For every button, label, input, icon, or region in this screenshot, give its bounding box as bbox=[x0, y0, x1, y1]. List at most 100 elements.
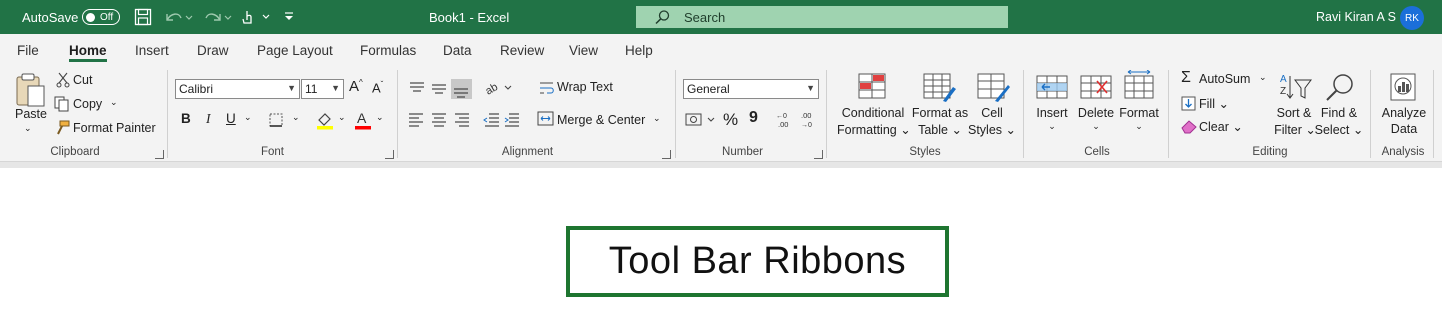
tab-help[interactable]: Help bbox=[625, 34, 653, 66]
font-size-select[interactable]: 11 ▼ bbox=[301, 79, 344, 99]
sort-filter-label-1[interactable]: Sort & bbox=[1271, 106, 1317, 120]
decrease-font-size-icon[interactable]: Aˇ bbox=[372, 80, 383, 95]
merge-center-label[interactable]: Merge & Center bbox=[557, 113, 645, 127]
search-box[interactable]: Search bbox=[636, 6, 1008, 28]
alignment-launcher-icon[interactable] bbox=[662, 150, 671, 159]
redo-icon[interactable] bbox=[202, 9, 232, 25]
delete-dropdown-icon[interactable]: ⌄ bbox=[1073, 121, 1119, 132]
editing-group-label: Editing bbox=[1252, 146, 1288, 158]
font-launcher-icon[interactable] bbox=[385, 150, 394, 159]
clipboard-launcher-icon[interactable] bbox=[155, 150, 164, 159]
italic-button[interactable]: I bbox=[206, 111, 211, 127]
cell-styles-label-1[interactable]: Cell bbox=[970, 106, 1014, 120]
analyze-data-icon[interactable] bbox=[1389, 72, 1419, 102]
format-painter-icon[interactable] bbox=[54, 120, 70, 136]
customize-qat-icon[interactable] bbox=[282, 10, 296, 24]
font-color-dropdown-icon[interactable]: ⌄ bbox=[376, 112, 384, 123]
tab-review[interactable]: Review bbox=[500, 34, 544, 66]
insert-cells-icon[interactable] bbox=[1036, 73, 1070, 101]
tab-page-layout[interactable]: Page Layout bbox=[257, 34, 333, 66]
merge-dropdown-icon[interactable]: ⌄ bbox=[653, 113, 661, 124]
conditional-formatting-label-1[interactable]: Conditional bbox=[837, 106, 909, 120]
format-dropdown-icon[interactable]: ⌄ bbox=[1116, 121, 1162, 132]
avatar[interactable]: RK bbox=[1400, 6, 1424, 30]
find-select-label-1[interactable]: Find & bbox=[1316, 106, 1362, 120]
vertical-align-icons[interactable] bbox=[407, 78, 473, 100]
tab-view[interactable]: View bbox=[569, 34, 598, 66]
number-format-select[interactable]: General ▼ bbox=[683, 79, 819, 99]
tab-home[interactable]: Home bbox=[69, 34, 107, 66]
autosum-dropdown-icon[interactable]: ⌄ bbox=[1259, 72, 1267, 83]
insert-dropdown-icon[interactable]: ⌄ bbox=[1030, 121, 1074, 132]
cut-label[interactable]: Cut bbox=[73, 73, 92, 87]
borders-dropdown-icon[interactable]: ⌄ bbox=[292, 112, 300, 123]
clear-icon[interactable] bbox=[1180, 118, 1198, 134]
copy-dropdown-icon[interactable]: ⌄ bbox=[110, 97, 118, 108]
font-group-label: Font bbox=[260, 146, 284, 158]
undo-icon[interactable] bbox=[163, 9, 193, 25]
horizontal-align-icons[interactable] bbox=[407, 110, 473, 130]
user-name[interactable]: Ravi Kiran A S bbox=[1316, 0, 1396, 34]
autosum-label[interactable]: AutoSum bbox=[1199, 72, 1250, 86]
underline-dropdown-icon[interactable]: ⌄ bbox=[244, 112, 252, 123]
accounting-format-icon[interactable] bbox=[684, 111, 718, 129]
autosave-toggle[interactable]: Off bbox=[82, 9, 120, 25]
comma-style-button[interactable]: 9 bbox=[749, 109, 758, 127]
paste-icon[interactable] bbox=[14, 72, 46, 108]
tab-formulas[interactable]: Formulas bbox=[360, 34, 416, 66]
wrap-text-icon[interactable] bbox=[539, 80, 555, 96]
find-select-label-2[interactable]: Select ⌄ bbox=[1313, 122, 1365, 137]
conditional-formatting-icon[interactable] bbox=[858, 73, 888, 101]
number-launcher-icon[interactable] bbox=[814, 150, 823, 159]
analyze-data-label-1[interactable]: Analyze bbox=[1378, 106, 1430, 120]
paste-dropdown-icon[interactable]: ⌄ bbox=[24, 123, 32, 134]
font-size-value: 11 bbox=[305, 82, 318, 96]
caption-box: Tool Bar Ribbons bbox=[566, 226, 949, 297]
font-color-icon[interactable]: A bbox=[353, 110, 373, 130]
analyze-data-label-2[interactable]: Data bbox=[1378, 122, 1430, 136]
tab-draw[interactable]: Draw bbox=[197, 34, 229, 66]
format-as-table-icon[interactable] bbox=[923, 73, 957, 103]
increase-font-size-icon[interactable]: A^ bbox=[349, 78, 363, 95]
sort-filter-icon[interactable]: A Z bbox=[1279, 72, 1313, 102]
cell-styles-icon[interactable] bbox=[977, 73, 1011, 103]
copy-icon[interactable] bbox=[54, 96, 70, 112]
copy-label[interactable]: Copy bbox=[73, 97, 102, 111]
delete-cells-icon[interactable] bbox=[1080, 73, 1114, 101]
save-icon[interactable] bbox=[134, 8, 152, 26]
cut-icon[interactable] bbox=[56, 72, 70, 88]
format-as-table-label-2[interactable]: Table ⌄ bbox=[910, 122, 970, 137]
clipboard-group-label: Clipboard bbox=[50, 146, 100, 158]
tab-insert[interactable]: Insert bbox=[135, 34, 169, 66]
delete-cells-label[interactable]: Delete bbox=[1073, 106, 1119, 120]
clear-label[interactable]: Clear ⌄ bbox=[1199, 119, 1243, 134]
format-painter-label[interactable]: Format Painter bbox=[73, 121, 156, 135]
indent-icons[interactable] bbox=[483, 110, 525, 130]
underline-button[interactable]: U bbox=[226, 111, 236, 126]
merge-center-icon[interactable] bbox=[537, 111, 555, 127]
group-divider bbox=[675, 70, 676, 158]
find-select-icon[interactable] bbox=[1323, 72, 1357, 104]
cell-styles-label-2[interactable]: Styles ⌄ bbox=[966, 122, 1018, 137]
touch-mode-icon[interactable] bbox=[240, 8, 272, 26]
bold-button[interactable]: B bbox=[181, 111, 191, 126]
wrap-text-label[interactable]: Wrap Text bbox=[557, 80, 613, 94]
format-as-table-label-1[interactable]: Format as bbox=[910, 106, 970, 120]
tab-file[interactable]: File bbox=[17, 34, 39, 66]
autosum-icon[interactable]: Σ bbox=[1181, 69, 1191, 87]
insert-cells-label[interactable]: Insert bbox=[1030, 106, 1074, 120]
fill-icon[interactable] bbox=[1181, 96, 1197, 112]
conditional-formatting-label-2[interactable]: Formatting ⌄ bbox=[837, 122, 911, 137]
tab-data[interactable]: Data bbox=[443, 34, 472, 66]
format-cells-icon[interactable] bbox=[1124, 70, 1156, 102]
decimal-icons[interactable]: ←0 .00 .00 →0 bbox=[775, 111, 821, 129]
borders-icon[interactable] bbox=[268, 112, 286, 128]
font-name-select[interactable]: Calibri ▼ bbox=[175, 79, 300, 99]
fill-label[interactable]: Fill ⌄ bbox=[1199, 96, 1229, 111]
fill-color-icon[interactable] bbox=[315, 110, 335, 130]
fill-color-dropdown-icon[interactable]: ⌄ bbox=[338, 112, 346, 123]
percent-style-button[interactable]: % bbox=[723, 110, 738, 130]
format-cells-label[interactable]: Format bbox=[1116, 106, 1162, 120]
orientation-icon[interactable]: ab bbox=[484, 78, 514, 98]
paste-label[interactable]: Paste bbox=[15, 107, 47, 121]
